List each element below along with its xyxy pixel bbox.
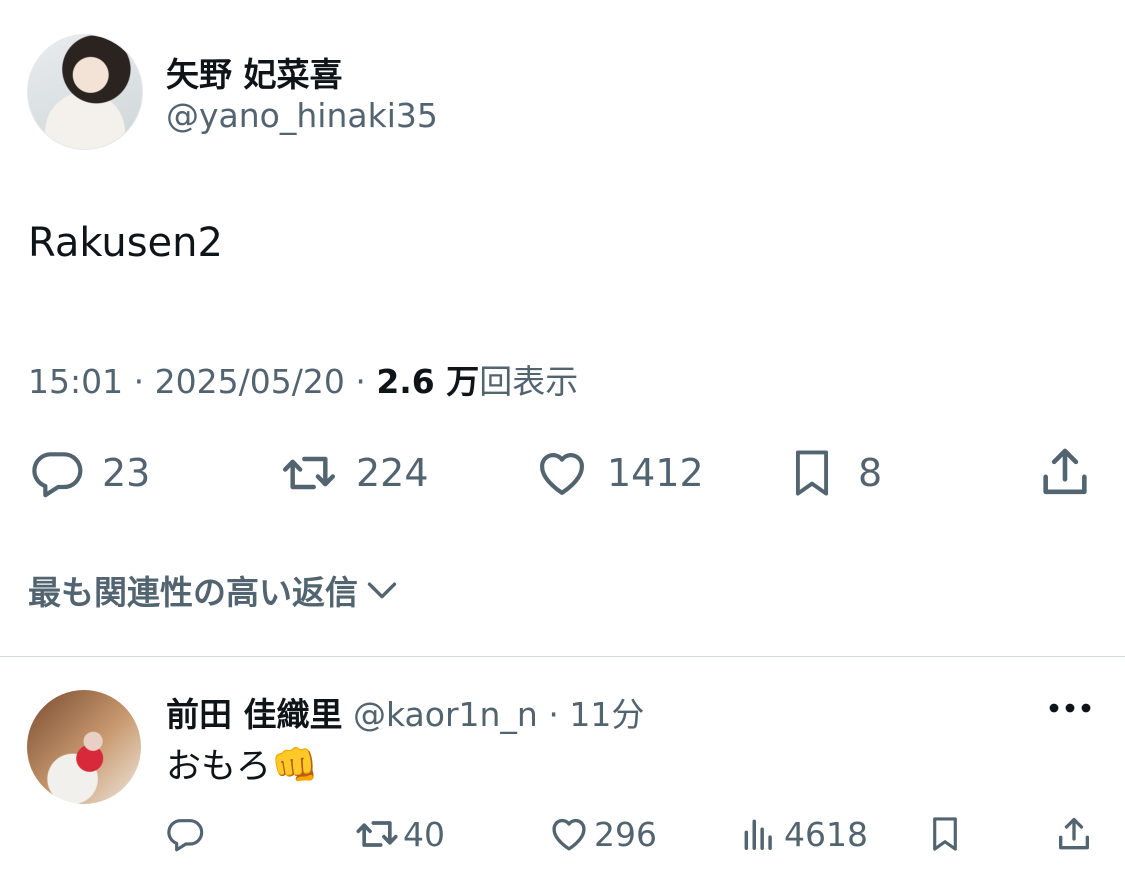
reply-text: おもろ👊 bbox=[166, 738, 318, 789]
author-avatar[interactable] bbox=[27, 34, 143, 150]
reply-share-button[interactable] bbox=[1054, 812, 1094, 856]
separator: · bbox=[355, 362, 366, 401]
analytics-icon bbox=[744, 819, 772, 850]
heart-icon bbox=[552, 818, 586, 851]
tweet-text: Rakusen2 bbox=[28, 220, 223, 266]
pointing-fist-emoji: 👊 bbox=[271, 743, 319, 787]
reply-retweet-count: 40 bbox=[403, 814, 445, 854]
like-button[interactable]: 1412 bbox=[533, 445, 704, 501]
bookmark-count: 8 bbox=[858, 451, 883, 495]
separator: · bbox=[548, 695, 559, 734]
reply-count: 23 bbox=[102, 451, 151, 495]
reply-like-count: 296 bbox=[594, 814, 657, 854]
tweet-time[interactable]: 15:01 bbox=[28, 362, 123, 401]
tweet-metadata: 15:01 · 2025/05/20 · 2.6 万回表示 bbox=[28, 355, 578, 403]
more-button[interactable] bbox=[1046, 690, 1094, 726]
tweet-date[interactable]: 2025/05/20 bbox=[155, 362, 345, 401]
reply-retweet-button[interactable]: 40 bbox=[355, 812, 445, 856]
share-button[interactable] bbox=[1036, 443, 1094, 501]
reply-author-name[interactable]: 前田 佳織里 bbox=[166, 695, 343, 734]
reply-views-button[interactable]: 4618 bbox=[740, 812, 868, 856]
retweet-icon bbox=[356, 821, 398, 847]
reply-views-count: 4618 bbox=[784, 814, 868, 854]
reply-like-button[interactable]: 296 bbox=[548, 812, 657, 856]
reply-author-avatar[interactable] bbox=[27, 690, 141, 804]
heart-icon bbox=[540, 453, 584, 495]
bookmark-icon bbox=[795, 450, 829, 496]
bookmark-icon bbox=[933, 817, 957, 851]
chevron-down-icon bbox=[367, 582, 397, 599]
share-icon bbox=[1059, 817, 1089, 850]
views-count: 2.6 万 bbox=[376, 362, 480, 401]
reply-time[interactable]: 11分 bbox=[569, 695, 644, 734]
reply-text-content: おもろ bbox=[166, 747, 272, 787]
reply-header: 前田 佳織里 @kaor1n_n · 11分 bbox=[166, 688, 644, 736]
author-handle[interactable]: @yano_hinaki35 bbox=[166, 96, 438, 135]
reply-button[interactable]: 23 bbox=[28, 445, 150, 501]
reply-icon bbox=[167, 819, 204, 852]
reply-reply-button[interactable] bbox=[165, 814, 205, 854]
like-count: 1412 bbox=[607, 451, 704, 495]
reply-icon bbox=[32, 452, 83, 498]
replies-sort-label: 最も関連性の高い返信 bbox=[28, 573, 358, 612]
share-icon bbox=[1043, 448, 1087, 495]
more-icon bbox=[1049, 703, 1091, 713]
author-name[interactable]: 矢野 妃菜喜 bbox=[166, 48, 343, 96]
views-label: 回表示 bbox=[479, 362, 579, 401]
separator: · bbox=[133, 362, 145, 401]
retweet-count: 224 bbox=[356, 451, 429, 495]
retweet-icon bbox=[282, 456, 336, 490]
divider bbox=[0, 656, 1125, 657]
reply-author-handle[interactable]: @kaor1n_n bbox=[353, 695, 538, 734]
bookmark-button[interactable]: 8 bbox=[786, 443, 882, 503]
retweet-button[interactable]: 224 bbox=[278, 445, 429, 501]
reply-bookmark-button[interactable] bbox=[926, 812, 964, 856]
replies-sort-button[interactable]: 最も関連性の高い返信 bbox=[28, 566, 402, 614]
